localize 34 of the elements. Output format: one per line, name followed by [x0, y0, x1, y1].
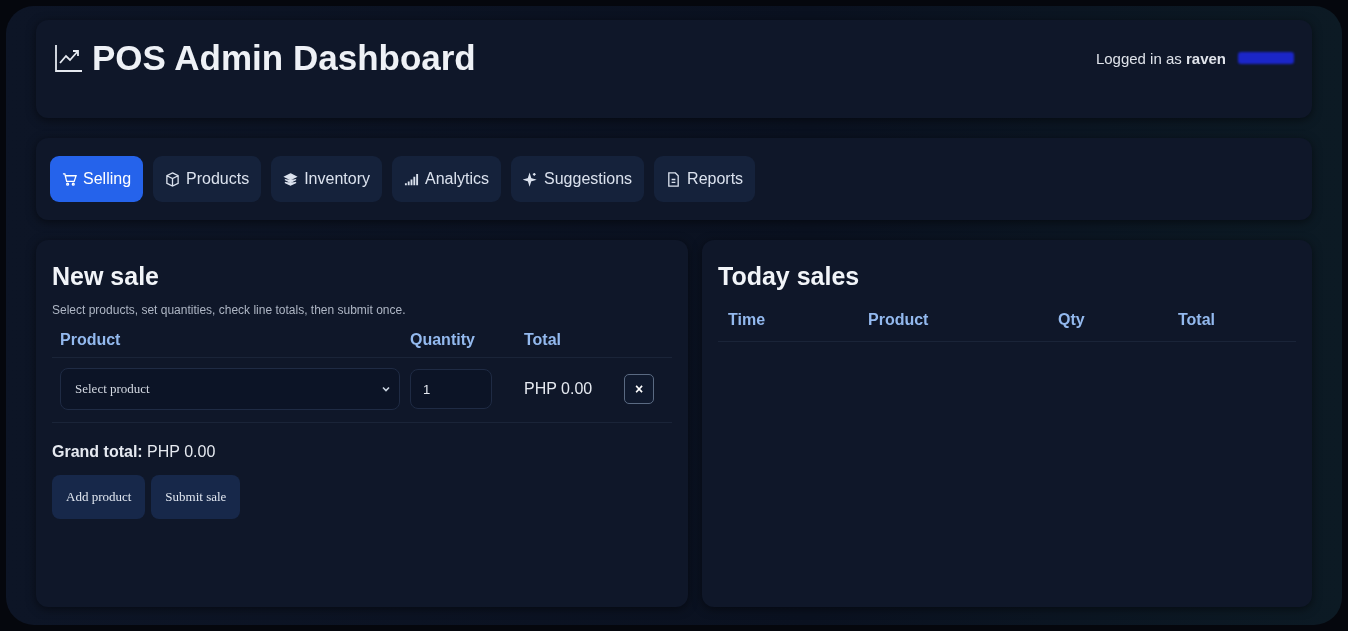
nav-tab[interactable]: Selling — [50, 156, 144, 202]
nav-tab[interactable]: Analytics — [392, 156, 501, 202]
blurred-link[interactable] — [1238, 52, 1294, 64]
dashboard-title: POS Admin Dashboard — [92, 38, 476, 78]
panel-description: Select products, set quantities, check line totals, then submit once. — [52, 303, 407, 317]
column-header: Total — [524, 331, 563, 349]
nav-tab[interactable]: Reports — [654, 156, 756, 202]
line-total: PHP 0.00 — [524, 380, 594, 398]
product-select[interactable]: Select product — [60, 368, 400, 410]
cart-icon — [62, 171, 77, 187]
bar-chart-icon — [404, 171, 419, 187]
box-icon — [165, 171, 181, 187]
nav-tab[interactable]: Suggestions — [511, 156, 645, 202]
column-header: Product — [868, 311, 930, 329]
layers-icon — [283, 171, 299, 187]
quantity-input[interactable]: 1 — [410, 369, 492, 409]
column-header: Qty — [1058, 311, 1086, 329]
remove-line-button[interactable]: × — [624, 374, 654, 404]
chevron-down-icon — [381, 384, 391, 394]
action-button[interactable]: Add product — [52, 475, 146, 519]
nav-tab[interactable]: Inventory — [271, 156, 382, 202]
panel-title: New sale — [52, 262, 160, 291]
nav-tab[interactable]: Products — [153, 156, 262, 202]
grand-total: Grand total: PHP 0.00 — [52, 443, 217, 461]
document-icon — [666, 171, 682, 187]
sparkle-icon — [523, 171, 538, 187]
column-header: Time — [728, 311, 767, 329]
column-header: Product — [60, 331, 122, 349]
panel-title: Today sales — [718, 262, 861, 291]
action-button[interactable]: Submit sale — [151, 475, 241, 519]
column-header: Total — [1178, 311, 1217, 329]
trend-chart-icon — [54, 43, 84, 73]
logged-in-text: Logged in as raven — [1095, 49, 1226, 67]
column-header: Quantity — [410, 331, 476, 349]
